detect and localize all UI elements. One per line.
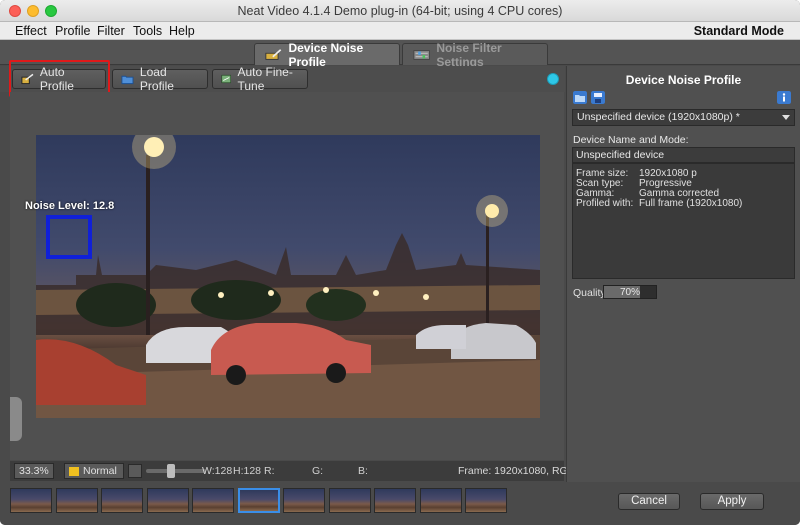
device-profile-value: Unspecified device (1920x1080p) * bbox=[577, 111, 740, 123]
selection-height: H:128 bbox=[233, 465, 262, 477]
filmstrip-frame-thumbnail[interactable] bbox=[10, 488, 52, 513]
device-noise-profile-panel: Device Noise Profile Unspecified device … bbox=[566, 66, 800, 482]
window-title: Neat Video 4.1.4 Demo plug-in (64-bit; u… bbox=[237, 4, 563, 18]
app-window: Neat Video 4.1.4 Demo plug-in (64-bit; u… bbox=[0, 0, 800, 525]
quality-label: Quality bbox=[573, 287, 606, 299]
title-bar: Neat Video 4.1.4 Demo plug-in (64-bit; u… bbox=[0, 0, 800, 22]
status-indicator-icon bbox=[547, 73, 559, 85]
menu-tools[interactable]: Tools bbox=[133, 24, 162, 38]
noise-level-label: Noise Level: 12.8 bbox=[25, 200, 115, 212]
pixel-b-value: B: bbox=[358, 465, 368, 477]
quality-value: 70% bbox=[619, 287, 640, 298]
pixel-r-value: R: bbox=[264, 465, 275, 477]
slider-thumb[interactable] bbox=[167, 464, 175, 478]
dialog-footer bbox=[566, 482, 800, 525]
pixel-g-value: G: bbox=[312, 465, 324, 477]
auto-finetune-label: Auto Fine-Tune bbox=[237, 65, 293, 93]
frame-info: Frame: 1920x1080, RGB bbox=[458, 465, 575, 477]
tab-label: Noise Filter Settings bbox=[436, 40, 502, 69]
menu-filter[interactable]: Filter bbox=[97, 24, 125, 38]
load-profile-button[interactable]: Load Profile bbox=[112, 65, 208, 93]
device-name-value: Unspecified device bbox=[576, 149, 665, 161]
load-profile-label: Load Profile bbox=[139, 65, 174, 93]
filmstrip-frame-thumbnail[interactable] bbox=[465, 488, 507, 513]
tab-label: Device Noise Profile bbox=[288, 40, 364, 69]
selection-size-slider[interactable] bbox=[146, 469, 206, 473]
frame-filmstrip bbox=[0, 482, 565, 525]
menu-profile[interactable]: Profile bbox=[55, 24, 90, 38]
preview-toggle-button[interactable] bbox=[128, 464, 142, 478]
selection-width: W:128 bbox=[202, 465, 233, 477]
info-icon[interactable] bbox=[777, 91, 791, 104]
cancel-button[interactable]: Cancel bbox=[618, 493, 680, 510]
zoom-value: 33.3% bbox=[19, 465, 49, 477]
device-name-field[interactable]: Unspecified device bbox=[572, 147, 795, 163]
display-mode-value: Normal bbox=[83, 465, 117, 477]
filmstrip-frame-thumbnail[interactable] bbox=[419, 488, 462, 513]
filmstrip-frame-thumbnail[interactable] bbox=[374, 488, 416, 513]
filter-sliders-icon bbox=[413, 49, 430, 60]
night-street-scene bbox=[36, 135, 540, 418]
info-profiled-with: Profiled with: Full frame (1920x1080) bbox=[576, 198, 743, 209]
filmstrip-frame-thumbnail[interactable] bbox=[192, 488, 234, 513]
chevron-down-icon bbox=[782, 115, 790, 120]
tab-noise-filter-settings[interactable]: Noise Filter Settings bbox=[402, 41, 548, 69]
preview-image[interactable] bbox=[36, 135, 540, 418]
filmstrip-frame-thumbnail[interactable] bbox=[101, 488, 143, 513]
profile-wand-icon bbox=[265, 48, 282, 60]
menu-effect[interactable]: Effect bbox=[15, 24, 47, 38]
tab-bar: Device Noise Profile Noise Filter Settin… bbox=[0, 40, 800, 69]
filmstrip-frame-thumbnail[interactable] bbox=[328, 488, 371, 513]
mode-indicator: Standard Mode bbox=[693, 24, 784, 38]
folder-icon bbox=[121, 75, 134, 85]
menu-help[interactable]: Help bbox=[169, 24, 195, 38]
filmstrip-frame-thumbnail[interactable] bbox=[237, 488, 280, 513]
filmstrip-frame-thumbnail[interactable] bbox=[146, 488, 189, 513]
panel-title: Device Noise Profile bbox=[625, 73, 742, 87]
finetune-icon bbox=[221, 74, 232, 84]
profile-info-box: Frame size: 1920x1080 p Scan type: Progres… bbox=[572, 163, 795, 279]
display-mode-select[interactable]: Normal bbox=[64, 463, 124, 479]
save-disk-icon[interactable] bbox=[591, 91, 605, 104]
apply-button[interactable]: Apply bbox=[700, 493, 764, 510]
display-mode-icon bbox=[69, 466, 79, 476]
auto-finetune-button[interactable]: Auto Fine-Tune bbox=[212, 65, 308, 93]
filmstrip-frame-thumbnail[interactable] bbox=[283, 488, 325, 513]
zoom-select[interactable]: 33.3% bbox=[14, 463, 54, 479]
filmstrip-frame-thumbnail[interactable] bbox=[55, 488, 98, 513]
device-profile-select[interactable]: Unspecified device (1920x1080p) * bbox=[572, 109, 795, 126]
device-name-mode-label: Device Name and Mode: bbox=[573, 134, 689, 146]
side-panel-handle[interactable] bbox=[10, 397, 22, 441]
open-folder-icon[interactable] bbox=[573, 91, 587, 104]
tab-device-noise-profile[interactable]: Device Noise Profile bbox=[254, 41, 400, 69]
menu-bar: Effect Profile Filter Tools Help Standar… bbox=[0, 22, 800, 40]
noise-sample-selection[interactable] bbox=[46, 215, 92, 259]
quality-meter: 70% bbox=[603, 285, 657, 299]
